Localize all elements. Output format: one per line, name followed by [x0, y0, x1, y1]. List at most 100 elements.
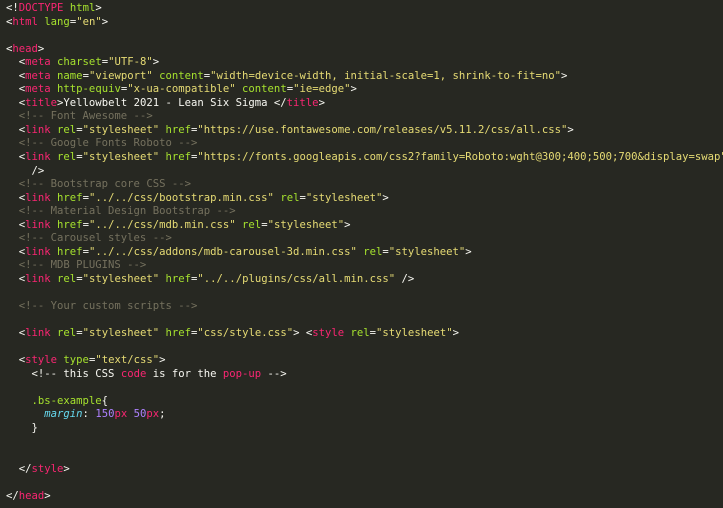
code-string: "stylesheet": [305, 191, 383, 204]
code-punctuation: >: [344, 218, 351, 231]
code-number: 150: [95, 408, 115, 421]
code-punctuation: <: [6, 327, 26, 340]
code-punctuation: >: [465, 245, 472, 258]
code-doctype: DOCTYPE: [18, 2, 64, 14]
code-comment: <!-- Material Design Bootstrap -->: [6, 205, 236, 218]
code-attribute: href: [165, 327, 192, 340]
code-line: </head>: [6, 490, 723, 504]
code-string: "UTF-8": [108, 56, 153, 69]
code-punctuation: > <: [293, 327, 313, 340]
code-unit: px: [114, 408, 128, 421]
code-line: <!DOCTYPE html>: [6, 2, 723, 16]
code-attribute: rel: [350, 327, 370, 340]
code-string: "stylesheet": [82, 327, 160, 340]
code-tag-name: link: [25, 123, 51, 136]
code-line: <link href="../../css/bootstrap.min.css"…: [6, 192, 723, 206]
code-line: <link rel="stylesheet" href="https://fon…: [6, 151, 723, 165]
code-tag-name: meta: [25, 69, 51, 82]
code-tag-name: html: [12, 15, 38, 28]
code-attribute: lang: [44, 15, 70, 28]
code-punctuation: <!--: [6, 367, 64, 380]
code-tag-name: link: [25, 272, 51, 285]
code-punctuation: }: [6, 421, 38, 434]
code-line: <link rel="stylesheet" href="css/style.c…: [6, 327, 723, 341]
code-punctuation: >: [152, 56, 160, 69]
code-line: <meta name="viewport" content="width=dev…: [6, 70, 723, 84]
code-punctuation: <: [6, 272, 26, 285]
code-punctuation: <: [6, 151, 26, 164]
code-line: <html lang="en">: [6, 16, 723, 30]
code-string: "../../css/bootstrap.min.css": [88, 191, 274, 204]
code-line: .bs-example{: [6, 395, 723, 409]
code-attribute: html: [69, 2, 96, 14]
code-string: "width=device-width, initial-scale=1, sh…: [210, 69, 561, 82]
code-punctuation: >: [44, 489, 51, 502]
code-string: "ie=edge": [293, 83, 351, 96]
code-comment: <!-- MDB PLUGINS -->: [6, 259, 147, 272]
code-comment: <!-- Your custom scripts -->: [6, 300, 198, 313]
code-string: "../../css/addons/mdb-carousel-3d.min.cs…: [88, 245, 357, 258]
code-punctuation: -->: [261, 367, 287, 380]
code-string: "stylesheet": [82, 123, 160, 136]
code-line: ​: [6, 286, 723, 300]
code-comment: <!-- Google Fonts Roboto -->: [6, 137, 198, 150]
code-punctuation: >: [560, 69, 568, 82]
code-line: <head>: [6, 43, 723, 57]
code-line: <!-- Material Design Bootstrap -->: [6, 205, 723, 219]
code-string: "stylesheet": [376, 327, 453, 340]
code-attribute: type: [63, 354, 89, 367]
code-punctuation: <!: [6, 2, 19, 14]
code-tag-name: style: [31, 462, 64, 475]
code-number: 50: [133, 408, 147, 421]
code-string: "text/css": [95, 354, 160, 367]
code-line: ​: [6, 341, 723, 355]
code-string: "en": [76, 15, 102, 28]
code-tag-name: code: [120, 367, 147, 380]
code-editor[interactable]: <!DOCTYPE html><html lang="en">​<head> <…: [0, 0, 723, 508]
code-attribute: href: [57, 218, 83, 231]
code-tag-name: link: [25, 327, 51, 340]
code-punctuation: {: [101, 394, 109, 407]
code-punctuation: <: [6, 96, 26, 109]
code-string: "x-ua-compatible": [127, 83, 236, 96]
code-line: <link href="../../css/addons/mdb-carouse…: [6, 246, 723, 260]
code-punctuation: >: [63, 462, 70, 475]
code-punctuation: <: [6, 123, 26, 136]
code-line: ​: [6, 381, 723, 395]
code-attribute: content: [159, 69, 204, 82]
code-attribute: href: [165, 272, 192, 285]
code-tag-name: style: [312, 327, 345, 340]
code-punctuation: >: [382, 191, 389, 204]
code-punctuation: <: [6, 191, 26, 204]
code-tag-name: title: [286, 96, 319, 109]
code-punctuation: >: [452, 327, 459, 340]
code-punctuation: </: [6, 489, 19, 502]
code-text: this CSS: [63, 367, 121, 380]
code-punctuation: </: [273, 96, 287, 109]
code-string: "stylesheet": [82, 272, 160, 285]
code-line: />: [6, 165, 723, 179]
code-line: <!-- Font Awesome -->: [6, 110, 723, 124]
code-unit: px: [146, 408, 160, 421]
code-attribute: href: [165, 151, 192, 164]
code-line: <!-- this CSS code is for the pop-up -->: [6, 368, 723, 382]
code-comment: <!-- Bootstrap core CSS -->: [6, 178, 191, 191]
code-punctuation: <: [6, 69, 26, 82]
code-line: <!-- Google Fonts Roboto -->: [6, 137, 723, 151]
code-punctuation: <: [6, 354, 26, 367]
code-line: <link rel="stylesheet" href="../../plugi…: [6, 273, 723, 287]
code-line: ​: [6, 449, 723, 463]
code-punctuation: >: [159, 354, 166, 367]
code-string: "https://use.fontawesome.com/releases/v5…: [197, 123, 568, 136]
code-line: <link rel="stylesheet" href="https://use…: [6, 124, 723, 138]
code-punctuation: >: [567, 123, 574, 136]
code-tag-name: meta: [25, 83, 51, 96]
code-punctuation: <: [6, 218, 26, 231]
code-attribute: rel: [57, 327, 77, 340]
code-attribute: rel: [363, 245, 383, 258]
code-punctuation: >: [350, 83, 357, 96]
code-comment: <!-- Carousel styles -->: [6, 232, 172, 245]
code-punctuation: <: [6, 245, 26, 258]
code-line: margin: 150px 50px;: [6, 408, 723, 422]
code-line: }: [6, 422, 723, 436]
